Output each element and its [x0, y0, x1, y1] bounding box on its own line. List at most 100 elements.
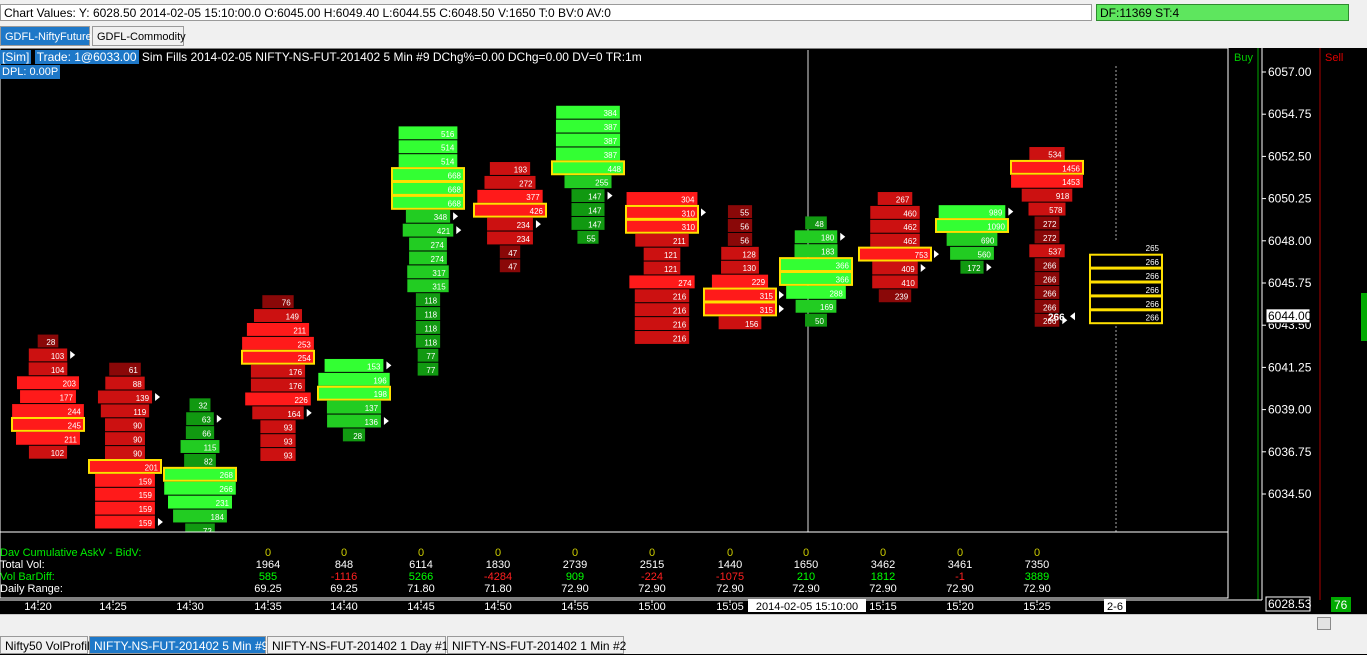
stats-row-label: Daily Range: [0, 583, 63, 595]
stats-range: 71.80 [407, 583, 435, 595]
footprint-value: 149 [286, 312, 300, 321]
y-tick-label: 6036.75 [1268, 445, 1312, 459]
stats-range: 71.80 [484, 583, 512, 595]
chart-info-line: [Sim] Trade: 1@6033.00 Sim Fills 2014-02… [0, 50, 642, 64]
footprint-value: 48 [815, 220, 824, 229]
footprint-value: 184 [211, 513, 225, 522]
tab-label: NIFTY-NS-FUT-201402 1 Min #2 [452, 639, 627, 653]
stats-bardiff: 3889 [1025, 571, 1049, 583]
footprint-value: 63 [202, 416, 211, 425]
footprint-value: 304 [681, 195, 695, 204]
horizontal-scrollbar[interactable] [0, 614, 1367, 635]
footprint-value: 159 [139, 505, 153, 514]
footprint-value: 216 [673, 334, 687, 343]
footprint-value: 668 [448, 185, 462, 194]
y-tick-label: 6050.25 [1268, 192, 1312, 206]
stats-cum: 0 [572, 547, 578, 559]
footprint-value: 348 [434, 213, 448, 222]
y-tick-label: 6041.25 [1268, 360, 1312, 374]
stats-total-vol: 3462 [871, 559, 895, 571]
stats-cum: 0 [803, 547, 809, 559]
footprint-value: 266 [219, 485, 233, 494]
stats-bardiff: -224 [641, 571, 663, 583]
stats-total-vol: 848 [335, 559, 353, 571]
footprint-value: 193 [514, 165, 528, 174]
stats-cum: 0 [1034, 547, 1040, 559]
footprint-value: 55 [740, 209, 749, 218]
x-tick-label: 14:25 [99, 601, 127, 613]
footprint-value: 578 [1049, 206, 1063, 215]
footprint-value: 211 [293, 326, 306, 335]
tab-nifty-5min[interactable]: NIFTY-NS-FUT-201402 5 Min #9 [89, 636, 269, 654]
footprint-value: 310 [682, 209, 696, 218]
tab-gdfl-niftyfuture[interactable]: GDFL-NiftyFuture [0, 26, 92, 46]
footprint-value: 176 [289, 368, 303, 377]
stats-total-vol: 1650 [794, 559, 818, 571]
footprint-value: 234 [517, 235, 531, 244]
footprint-value: 266 [1146, 314, 1160, 323]
footprint-value: 244 [68, 407, 82, 416]
live-price-tag: 266 [1048, 312, 1065, 323]
chart-canvas[interactable]: Buy Sell 6057.00 6054.75 6052.50 6050.25 6048.… [0, 47, 1367, 614]
footprint-value: 516 [441, 130, 455, 139]
footprint-value: 156 [745, 320, 759, 329]
y-tick-label: 6054.75 [1268, 107, 1312, 121]
x-tick-label: 15:00 [638, 601, 666, 613]
footprint-value: 196 [373, 376, 387, 385]
footprint-value: 253 [298, 340, 312, 349]
stats-cum: 0 [341, 547, 347, 559]
footprint-value: 28 [46, 338, 55, 347]
stats-cum: 0 [880, 547, 886, 559]
current-price-label: 6044.00 [1268, 309, 1312, 323]
footprint-value: 118 [424, 338, 437, 347]
y-tick-label: 6048.00 [1268, 234, 1312, 248]
stats-bardiff: 5266 [409, 571, 433, 583]
footprint-value: 177 [60, 394, 74, 403]
footprint-value: 254 [298, 354, 312, 363]
tab-nifty-1min[interactable]: NIFTY-NS-FUT-201402 1 Min #2 [447, 636, 627, 654]
stats-range: 72.90 [561, 583, 589, 595]
stats-total-vol: 7350 [1025, 559, 1049, 571]
tab-gdfl-commodity[interactable]: GDFL-Commodity [92, 26, 186, 46]
footprint-value: 128 [742, 250, 756, 259]
footprint-value: 668 [448, 171, 462, 180]
footprint-value: 462 [903, 223, 917, 232]
scrollbar-thumb[interactable] [1317, 617, 1331, 630]
stats-bardiff: -1 [955, 571, 965, 583]
footprint-value: 103 [51, 352, 65, 361]
footprint-value: 137 [365, 404, 379, 413]
x-tick-label: 14:45 [407, 601, 435, 613]
sim-badge: [Sim] [0, 50, 32, 64]
footprint-value: 266 [1043, 289, 1057, 298]
tab-label: NIFTY-NS-FUT-201402 5 Min #9 [94, 639, 269, 653]
footprint-value: 690 [981, 236, 995, 245]
footprint-value: 560 [978, 250, 992, 259]
footprint-value: 203 [63, 380, 77, 389]
footprint-value: 989 [989, 209, 1003, 218]
footprint-value: 266 [1043, 276, 1057, 285]
footprint-value: 198 [374, 390, 388, 399]
tab-nifty-1day[interactable]: NIFTY-NS-FUT-201402 1 Day #1 [267, 636, 448, 654]
footprint-chart[interactable]: Buy Sell 6057.00 6054.75 6052.50 6050.25 6048.… [0, 47, 1367, 614]
footprint-value: 315 [760, 292, 774, 301]
footprint-value: 216 [673, 321, 687, 330]
tab-nifty50-volprofile[interactable]: Nifty50 VolProfile [0, 636, 96, 654]
position-marker [1361, 293, 1367, 341]
footprint-value: 28 [353, 432, 362, 441]
x-tick-label: 14:50 [484, 601, 512, 613]
stats-total-vol: 1964 [256, 559, 280, 571]
stats-row-label: Dav Cumulative AskV - BidV: [0, 547, 141, 559]
footprint-value: 121 [664, 251, 678, 260]
footprint-value: 366 [836, 262, 850, 271]
footprint-value: 216 [673, 293, 687, 302]
footprint-value: 66 [202, 430, 211, 439]
sell-label: Sell [1325, 52, 1343, 64]
footprint-value: 668 [448, 199, 462, 208]
x-tick-label: 14:20 [24, 601, 52, 613]
footprint-value: 47 [508, 263, 517, 272]
footprint-value: 409 [901, 265, 915, 274]
footprint-value: 267 [896, 195, 910, 204]
footprint-value: 410 [901, 279, 915, 288]
data-feed-status: DF:11369 ST:4 [1096, 4, 1349, 21]
right-time-label: 2-6 [1107, 601, 1123, 613]
